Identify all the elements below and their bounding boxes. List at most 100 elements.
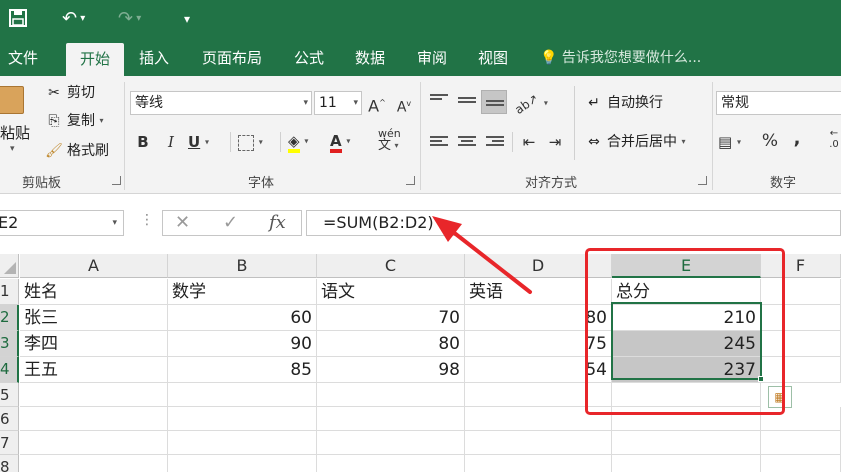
- shrink-font-button[interactable]: Av: [395, 93, 413, 116]
- align-bottom-button[interactable]: [481, 90, 507, 114]
- cancel-icon[interactable]: ✕: [175, 212, 190, 234]
- cell-a3[interactable]: 李四: [20, 331, 168, 357]
- tab-data[interactable]: 数据: [349, 40, 391, 76]
- redo-icon[interactable]: ↷ ▾: [118, 8, 141, 30]
- cell-e2[interactable]: 210: [612, 305, 761, 331]
- increase-indent-icon[interactable]: ⇥: [545, 131, 565, 153]
- row-header-3[interactable]: 3: [0, 331, 19, 357]
- clipboard-launcher-icon[interactable]: [112, 176, 121, 185]
- cell-e3[interactable]: 245: [612, 331, 761, 357]
- number-format-select[interactable]: 常规: [716, 91, 841, 115]
- comma-style-button[interactable]: ,: [790, 128, 804, 150]
- cell-b1[interactable]: 数学: [168, 279, 317, 305]
- italic-button[interactable]: I: [162, 131, 180, 153]
- font-name-select[interactable]: 等线 ▾: [130, 91, 312, 115]
- orientation-button[interactable]: ab↗ ▾: [512, 91, 550, 117]
- alignment-launcher-icon[interactable]: [698, 176, 707, 185]
- font-size-select[interactable]: 11 ▾: [314, 91, 362, 115]
- cell-empty[interactable]: [465, 431, 612, 455]
- cell-empty[interactable]: [612, 383, 761, 407]
- cell-empty[interactable]: [761, 455, 841, 472]
- cell-d2[interactable]: 80: [465, 305, 612, 331]
- formula-input[interactable]: =SUM(B2:D2): [306, 210, 841, 236]
- row-header-7[interactable]: 7: [0, 431, 19, 455]
- cell-empty[interactable]: [317, 407, 465, 431]
- tab-page-layout[interactable]: 页面布局: [196, 40, 268, 76]
- cell-a1[interactable]: 姓名: [20, 279, 168, 305]
- cell-d4[interactable]: 54: [465, 357, 612, 383]
- align-right-icon[interactable]: [486, 136, 504, 150]
- cell-empty[interactable]: [317, 383, 465, 407]
- select-all-corner[interactable]: [0, 254, 19, 278]
- row-header-2[interactable]: 2: [0, 305, 19, 331]
- copy-button[interactable]: ⎘ 复制 ▾: [44, 110, 103, 132]
- cell-d1[interactable]: 英语: [465, 279, 612, 305]
- cell-e1[interactable]: 总分: [612, 279, 761, 305]
- cell-e4[interactable]: 237: [612, 357, 761, 383]
- cell-empty[interactable]: [168, 407, 317, 431]
- customize-icon[interactable]: ▾: [184, 8, 190, 30]
- row-header-6[interactable]: 6: [0, 407, 19, 431]
- cell-c4[interactable]: 98: [317, 357, 465, 383]
- cell-empty[interactable]: [465, 407, 612, 431]
- align-top-icon[interactable]: [430, 94, 448, 108]
- name-box[interactable]: E2 ▾: [0, 210, 124, 236]
- grow-font-button[interactable]: A^: [368, 92, 386, 115]
- column-header-f[interactable]: F: [761, 254, 841, 278]
- cut-button[interactable]: ✂ 剪切: [44, 82, 95, 104]
- cell-empty[interactable]: [612, 431, 761, 455]
- cell-empty[interactable]: [168, 383, 317, 407]
- cell-d3[interactable]: 75: [465, 331, 612, 357]
- column-header-b[interactable]: B: [168, 254, 317, 278]
- cell-empty[interactable]: [761, 431, 841, 455]
- align-left-icon[interactable]: [430, 136, 448, 150]
- cell-f3[interactable]: [761, 331, 841, 357]
- row-header-8[interactable]: 8: [0, 455, 19, 472]
- column-header-c[interactable]: C: [317, 254, 465, 278]
- cell-empty[interactable]: [465, 383, 612, 407]
- wrap-text-button[interactable]: ↵ 自动换行: [584, 92, 663, 114]
- cell-empty[interactable]: [20, 407, 168, 431]
- cell-empty[interactable]: [20, 455, 168, 472]
- underline-button[interactable]: U ▾: [188, 131, 222, 153]
- cell-empty[interactable]: [465, 455, 612, 472]
- bold-button[interactable]: B: [134, 131, 152, 153]
- save-icon[interactable]: [8, 8, 28, 34]
- cell-f2[interactable]: [761, 305, 841, 331]
- increase-decimal-icon[interactable]: ← .0: [824, 128, 841, 150]
- enter-icon[interactable]: ✓: [223, 212, 238, 234]
- cell-a2[interactable]: 张三: [20, 305, 168, 331]
- cell-empty[interactable]: [20, 383, 168, 407]
- column-header-a[interactable]: A: [20, 254, 168, 278]
- paste-button[interactable]: 粘贴 ▾: [0, 82, 40, 162]
- tab-view[interactable]: 视图: [472, 40, 514, 76]
- insert-function-icon[interactable]: fx: [269, 212, 286, 234]
- tab-home[interactable]: 开始: [66, 43, 124, 76]
- cell-f1[interactable]: [761, 279, 841, 305]
- undo-icon[interactable]: ↶ ▾: [62, 8, 85, 30]
- cell-f4[interactable]: [761, 357, 841, 383]
- tab-review[interactable]: 审阅: [411, 40, 453, 76]
- cell-empty[interactable]: [168, 431, 317, 455]
- resize-handle-icon[interactable]: ⋮: [140, 212, 154, 228]
- cell-empty[interactable]: [612, 455, 761, 472]
- phonetic-guide-button[interactable]: wén 文 ▾: [378, 128, 416, 153]
- cell-b4[interactable]: 85: [168, 357, 317, 383]
- font-color-button[interactable]: A ▾: [330, 130, 366, 153]
- cell-c1[interactable]: 语文: [317, 279, 465, 305]
- borders-button[interactable]: ▾: [238, 131, 274, 153]
- tab-insert[interactable]: 插入: [133, 40, 175, 76]
- cell-empty[interactable]: [612, 407, 761, 431]
- cell-c3[interactable]: 80: [317, 331, 465, 357]
- row-header-4[interactable]: 4: [0, 357, 19, 383]
- cell-a4[interactable]: 王五: [20, 357, 168, 383]
- cell-empty[interactable]: [20, 431, 168, 455]
- row-header-5[interactable]: 5: [0, 383, 19, 407]
- cell-empty[interactable]: [317, 455, 465, 472]
- align-middle-icon[interactable]: [458, 97, 476, 111]
- merge-center-button[interactable]: ⇔ 合并后居中 ▾: [584, 131, 685, 153]
- cell-empty[interactable]: [168, 455, 317, 472]
- format-painter-button[interactable]: 🖌 格式刷: [44, 140, 109, 162]
- tab-file[interactable]: 文件: [2, 40, 44, 76]
- percent-button[interactable]: %: [760, 130, 780, 152]
